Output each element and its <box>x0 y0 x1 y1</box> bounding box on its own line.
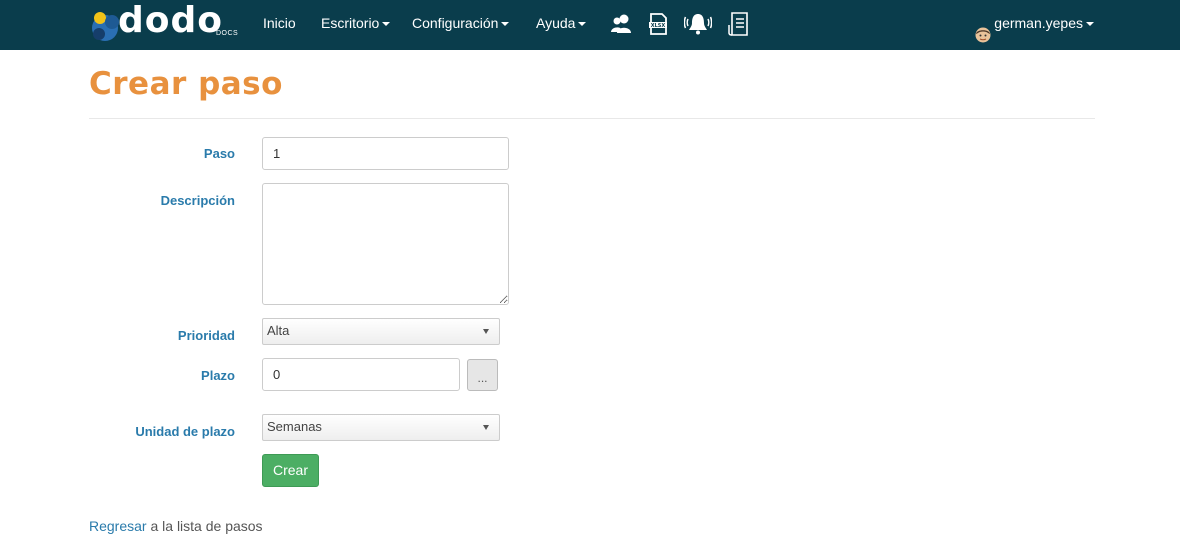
nav-ayuda-label: Ayuda <box>536 15 576 31</box>
notification-bell-icon[interactable] <box>684 11 712 37</box>
nav-configuracion[interactable]: Configuración <box>412 0 510 50</box>
unidad-plazo-select[interactable]: Semanas <box>262 414 500 441</box>
plazo-picker-button[interactable]: ... <box>467 359 498 391</box>
prioridad-selected-value: Alta <box>267 323 290 338</box>
dropdown-arrow-icon <box>483 329 489 334</box>
page-title: Crear paso <box>89 66 283 102</box>
users-icon[interactable] <box>608 11 634 37</box>
back-text: a la lista de pasos <box>146 518 263 534</box>
unidad-plazo-selected-value: Semanas <box>267 419 322 434</box>
dropdown-arrow-icon <box>483 425 489 430</box>
caret-down-icon <box>501 22 510 27</box>
nav-configuracion-label: Configuración <box>412 15 499 31</box>
avatar <box>975 15 991 43</box>
descripcion-textarea[interactable] <box>262 183 509 305</box>
caret-down-icon <box>578 22 587 27</box>
prioridad-label: Prioridad <box>177 328 235 343</box>
brand-subtext: DOCS <box>216 30 239 37</box>
nav-escritorio[interactable]: Escritorio <box>321 0 391 50</box>
paso-input[interactable] <box>262 137 509 170</box>
caret-down-icon <box>382 22 391 27</box>
svg-text:XLSX: XLSX <box>651 23 666 29</box>
brand-logo[interactable]: dodo DOCS <box>88 0 239 46</box>
top-navbar: dodo DOCS Inicio Escritorio Configuració… <box>0 0 1180 50</box>
crear-button[interactable]: Crear <box>262 454 319 487</box>
brand-text: dodo <box>118 0 224 41</box>
username-label: german.yepes <box>994 15 1083 31</box>
plazo-label: Plazo <box>201 368 235 383</box>
nav-inicio[interactable]: Inicio <box>263 0 296 50</box>
descripcion-label: Descripción <box>160 193 235 208</box>
title-divider <box>89 118 1095 119</box>
back-to-list: Regresar a la lista de pasos <box>89 518 263 534</box>
nav-ayuda[interactable]: Ayuda <box>536 0 587 50</box>
nav-inicio-label: Inicio <box>263 15 296 31</box>
unidad-plazo-label: Unidad de plazo <box>135 424 235 439</box>
prioridad-select[interactable]: Alta <box>262 318 500 345</box>
regresar-link[interactable]: Regresar <box>89 518 147 534</box>
plazo-input[interactable] <box>262 358 460 391</box>
crear-button-label: Crear <box>272 462 308 478</box>
paso-label: Paso <box>203 146 235 161</box>
nav-escritorio-label: Escritorio <box>321 15 380 31</box>
plazo-picker-label: ... <box>477 371 488 385</box>
caret-down-icon <box>1086 22 1094 27</box>
user-menu[interactable]: german.yepes <box>975 0 1094 50</box>
xlsx-file-icon[interactable]: XLSX <box>645 11 671 37</box>
document-list-icon[interactable] <box>726 11 752 37</box>
